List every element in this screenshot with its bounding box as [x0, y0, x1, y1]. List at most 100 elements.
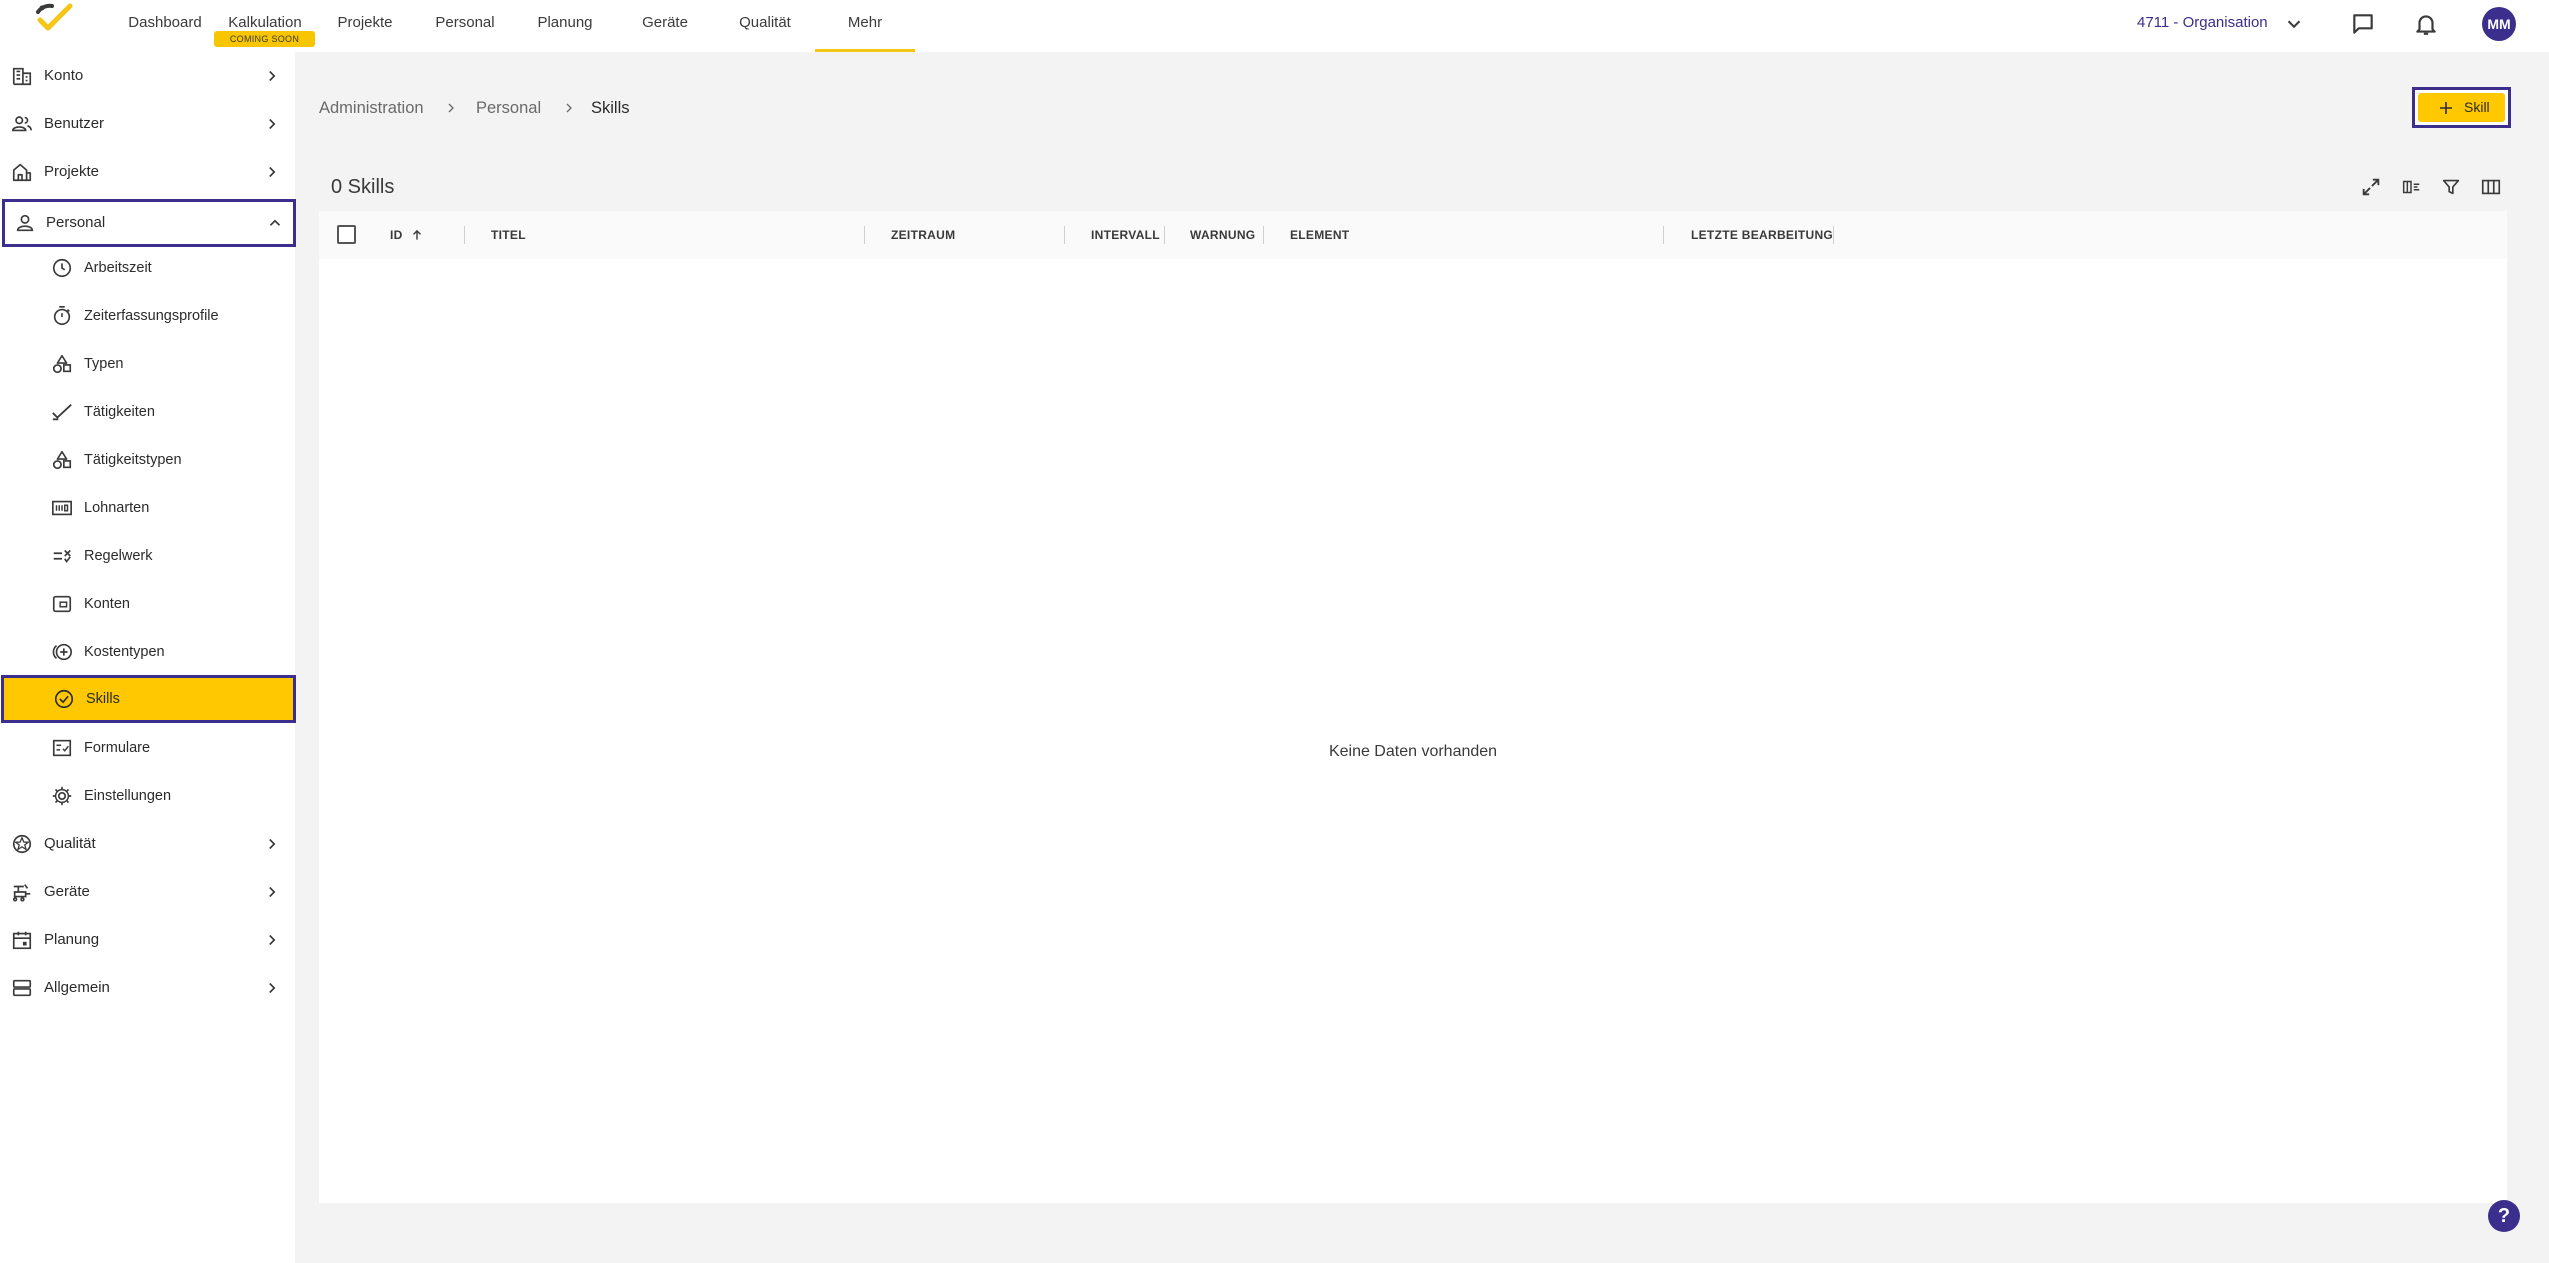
- sidebar-item-label: Allgemein: [44, 979, 110, 996]
- column-divider[interactable]: [464, 226, 465, 244]
- sidebar-item-label: Typen: [84, 356, 124, 372]
- plus-icon: [2440, 102, 2452, 114]
- sidebar-item-kostentypen[interactable]: Kostentypen: [0, 628, 295, 676]
- breadcrumb-personal[interactable]: Personal: [476, 96, 541, 120]
- add-skill-button[interactable]: Skill: [2412, 87, 2511, 128]
- column-divider[interactable]: [1164, 226, 1165, 244]
- chevron-right-icon: [269, 982, 276, 994]
- cost-icon: [52, 643, 72, 661]
- sidebar: Konto Benutzer Projekte Personal Arbeits…: [0, 52, 296, 1263]
- filter-icon[interactable]: [2440, 176, 2462, 198]
- sidebar-item-label: Zeiterfassungsprofile: [84, 308, 219, 324]
- sidebar-item-einstellungen[interactable]: Einstellungen: [0, 772, 295, 820]
- sidebar-item-qualitaet[interactable]: Qualität: [0, 820, 295, 868]
- select-all-checkbox[interactable]: [337, 225, 356, 244]
- fullscreen-icon[interactable]: [2360, 176, 2382, 198]
- sidebar-item-label: Formulare: [84, 740, 151, 756]
- chevron-right-icon: [269, 838, 276, 850]
- shapes-icon: [52, 354, 72, 374]
- check-circle-icon: [54, 689, 74, 709]
- table-header: ID TITEL ZEITRAUM INTERVALL WARNUNG ELEM…: [319, 211, 2507, 259]
- chevron-right-icon: [269, 886, 276, 898]
- sidebar-item-allgemein[interactable]: Allgemein: [0, 964, 295, 1012]
- sidebar-item-typen[interactable]: Typen: [0, 340, 295, 388]
- breadcrumb-administration[interactable]: Administration: [319, 96, 424, 120]
- column-header-intervall[interactable]: INTERVALL: [1091, 211, 1160, 259]
- column-header-element[interactable]: ELEMENT: [1290, 211, 1349, 259]
- chevron-up-icon: [269, 219, 281, 226]
- sidebar-item-geraete[interactable]: Geräte: [0, 868, 295, 916]
- sidebar-item-benutzer[interactable]: Benutzer: [0, 100, 295, 148]
- bell-icon[interactable]: [2413, 11, 2439, 37]
- sidebar-item-label: Tätigkeiten: [84, 404, 155, 420]
- rules-icon: [53, 549, 71, 563]
- sidebar-item-taetigkeitstypen[interactable]: Tätigkeitstypen: [0, 436, 295, 484]
- chevron-right-icon: [269, 934, 276, 946]
- nav-planung[interactable]: Planung: [532, 0, 598, 52]
- breadcrumb-skills: Skills: [591, 99, 630, 117]
- nav-personal[interactable]: Personal: [430, 0, 500, 52]
- empty-state-message: Keine Daten vorhanden: [1328, 743, 1498, 760]
- nav-projekte[interactable]: Projekte: [332, 0, 398, 52]
- sidebar-item-label: Einstellungen: [84, 788, 172, 804]
- sidebar-item-label: Projekte: [44, 163, 100, 180]
- sidebar-item-personal[interactable]: Personal: [2, 199, 296, 247]
- sidebar-item-label: Konto: [44, 67, 84, 84]
- sidebar-item-label: Konten: [84, 596, 130, 612]
- column-header-zeitraum[interactable]: ZEITRAUM: [891, 211, 955, 259]
- sidebar-item-zeiterfassungsprofile[interactable]: Zeiterfassungsprofile: [0, 292, 295, 340]
- column-width-icon[interactable]: [2400, 176, 2422, 198]
- add-skill-button-label: Skill: [2464, 99, 2490, 115]
- chevron-down-icon[interactable]: [2283, 13, 2305, 35]
- app-logo[interactable]: [30, 2, 78, 38]
- calendar-icon: [12, 931, 32, 950]
- nav-dashboard[interactable]: Dashboard: [126, 0, 204, 52]
- person-icon: [16, 214, 34, 232]
- sidebar-item-konten[interactable]: Konten: [0, 580, 295, 628]
- table-title: 0 Skills: [331, 176, 395, 198]
- column-header-warnung[interactable]: WARNUNG: [1190, 211, 1255, 259]
- organization-selector[interactable]: 4711 - Organisation: [2137, 0, 2268, 46]
- sidebar-item-label: Kostentypen: [84, 644, 165, 660]
- chat-icon[interactable]: [2350, 11, 2376, 37]
- payment-icon: [52, 500, 72, 516]
- column-header-id[interactable]: ID: [390, 211, 403, 259]
- column-header-letzte-bearbeitung[interactable]: LETZTE BEARBEITUNG: [1691, 211, 1833, 259]
- help-button[interactable]: ?: [2488, 1200, 2520, 1232]
- device-icon: [13, 884, 31, 902]
- chevron-right-icon: [269, 70, 276, 82]
- user-avatar[interactable]: MM: [2482, 7, 2516, 41]
- nav-mehr[interactable]: Mehr: [815, 0, 915, 52]
- column-divider[interactable]: [1663, 226, 1664, 244]
- column-header-titel[interactable]: TITEL: [491, 211, 526, 259]
- sidebar-item-label: Personal: [46, 214, 106, 231]
- column-divider[interactable]: [864, 226, 865, 244]
- nav-geraete[interactable]: Geräte: [634, 0, 696, 52]
- column-divider[interactable]: [1064, 226, 1065, 244]
- nav-qualitaet[interactable]: Qualität: [730, 0, 800, 52]
- quality-icon: [12, 834, 32, 854]
- sidebar-item-skills[interactable]: Skills: [1, 675, 296, 723]
- users-icon: [12, 116, 32, 132]
- sidebar-item-label: Lohnarten: [84, 500, 150, 516]
- columns-icon[interactable]: [2480, 176, 2502, 198]
- sidebar-item-taetigkeiten[interactable]: Tätigkeiten: [0, 388, 295, 436]
- sort-ascending-icon[interactable]: [410, 228, 424, 242]
- building-icon: [12, 67, 32, 86]
- column-divider[interactable]: [1833, 226, 1834, 244]
- column-divider[interactable]: [1263, 226, 1264, 244]
- add-skill-button-body[interactable]: Skill: [2418, 93, 2505, 122]
- chevron-right-icon: [566, 103, 572, 113]
- sidebar-item-projekte[interactable]: Projekte: [0, 148, 295, 196]
- sidebar-item-label: Benutzer: [44, 115, 105, 132]
- chevron-right-icon: [269, 166, 276, 178]
- sidebar-item-lohnarten[interactable]: Lohnarten: [0, 484, 295, 532]
- sidebar-item-arbeitszeit[interactable]: Arbeitszeit: [0, 244, 295, 292]
- sidebar-item-planung[interactable]: Planung: [0, 916, 295, 964]
- general-icon: [12, 979, 32, 997]
- sidebar-item-konto[interactable]: Konto: [0, 52, 295, 100]
- sidebar-item-regelwerk[interactable]: Regelwerk: [0, 532, 295, 580]
- sidebar-item-label: Skills: [86, 691, 120, 707]
- sidebar-item-formulare[interactable]: Formulare: [0, 724, 295, 772]
- skills-table: ID TITEL ZEITRAUM INTERVALL WARNUNG ELEM…: [319, 211, 2507, 1203]
